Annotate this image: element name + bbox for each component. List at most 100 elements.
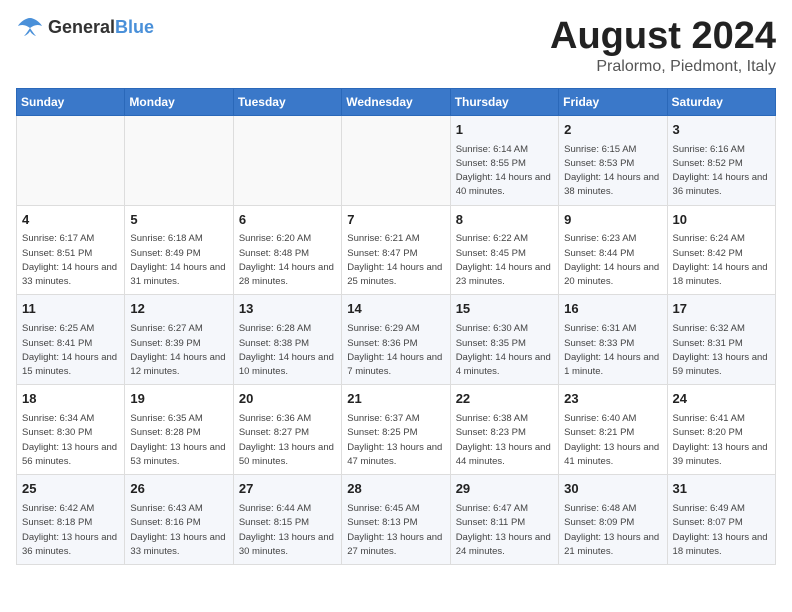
calendar-cell: 18 Sunrise: 6:34 AM Sunset: 8:30 PM Dayli… (17, 385, 125, 475)
cell-info: Sunrise: 6:45 AM Sunset: 8:13 PM Dayligh… (347, 502, 444, 559)
calendar-cell (233, 115, 341, 205)
cell-info: Sunrise: 6:42 AM Sunset: 8:18 PM Dayligh… (22, 502, 119, 559)
cell-date-number: 11 (22, 300, 119, 319)
calendar-cell: 13Sunrise: 6:28 AM Sunset: 8:38 PM Dayli… (233, 295, 341, 385)
day-header-friday: Friday (559, 88, 667, 115)
calendar-cell: 25Sunrise: 6:42 AM Sunset: 8:18 PM Dayli… (17, 475, 125, 565)
cell-date-number: 24 (673, 390, 770, 409)
page-header: GeneralBlue August 2024 Pralormo, Piedmo… (16, 16, 776, 76)
day-header-saturday: Saturday (667, 88, 775, 115)
cell-date-number: 31 (673, 480, 770, 499)
cell-date-number: 13 (239, 300, 336, 319)
calendar-cell: 17 Sunrise: 6:32 AM Sunset: 8:31 PM Dayli… (667, 295, 775, 385)
cell-info: Sunrise: 6:43 AM Sunset: 8:16 PM Dayligh… (130, 502, 227, 559)
cell-date-number: 1 (456, 121, 553, 140)
cell-info: Sunrise: 6:17 AM Sunset: 8:51 PM Dayligh… (22, 232, 119, 289)
calendar-cell: 4 Sunrise: 6:17 AM Sunset: 8:51 PM Daylig… (17, 205, 125, 295)
cell-info: Sunrise: 6:21 AM Sunset: 8:47 PM Dayligh… (347, 232, 444, 289)
cell-info: Sunrise: 6:25 AM Sunset: 8:41 PM Dayligh… (22, 322, 119, 379)
calendar-cell (17, 115, 125, 205)
cell-info: Sunrise: 6:48 AM Sunset: 8:09 PM Dayligh… (564, 502, 661, 559)
cell-date-number: 9 (564, 211, 661, 230)
cell-info: Sunrise: 6:24 AM Sunset: 8:42 PM Dayligh… (673, 232, 770, 289)
cell-info: Sunrise: 6:23 AM Sunset: 8:44 PM Dayligh… (564, 232, 661, 289)
week-row-3: 11 Sunrise: 6:25 AM Sunset: 8:41 PM Dayli… (17, 295, 776, 385)
calendar-cell: 9 Sunrise: 6:23 AM Sunset: 8:44 PM Daylig… (559, 205, 667, 295)
week-row-5: 25Sunrise: 6:42 AM Sunset: 8:18 PM Dayli… (17, 475, 776, 565)
cell-info: Sunrise: 6:29 AM Sunset: 8:36 PM Dayligh… (347, 322, 444, 379)
calendar-cell: 3 Sunrise: 6:16 AM Sunset: 8:52 PM Daylig… (667, 115, 775, 205)
cell-date-number: 28 (347, 480, 444, 499)
calendar-cell: 1 Sunrise: 6:14 AM Sunset: 8:55 PM Daylig… (450, 115, 558, 205)
cell-date-number: 2 (564, 121, 661, 140)
cell-info: Sunrise: 6:44 AM Sunset: 8:15 PM Dayligh… (239, 502, 336, 559)
calendar-cell: 6 Sunrise: 6:20 AM Sunset: 8:48 PM Daylig… (233, 205, 341, 295)
calendar-cell: 12Sunrise: 6:27 AM Sunset: 8:39 PM Dayli… (125, 295, 233, 385)
cell-date-number: 30 (564, 480, 661, 499)
logo: GeneralBlue (16, 16, 154, 38)
logo-text: GeneralBlue (48, 17, 154, 38)
cell-date-number: 20 (239, 390, 336, 409)
location-title: Pralormo, Piedmont, Italy (550, 58, 776, 76)
title-area: August 2024 Pralormo, Piedmont, Italy (550, 16, 776, 76)
calendar-cell: 14Sunrise: 6:29 AM Sunset: 8:36 PM Dayli… (342, 295, 450, 385)
day-header-monday: Monday (125, 88, 233, 115)
cell-date-number: 10 (673, 211, 770, 230)
calendar-cell: 16Sunrise: 6:31 AM Sunset: 8:33 PM Dayli… (559, 295, 667, 385)
cell-date-number: 15 (456, 300, 553, 319)
cell-date-number: 21 (347, 390, 444, 409)
cell-date-number: 27 (239, 480, 336, 499)
day-header-sunday: Sunday (17, 88, 125, 115)
calendar-cell: 15 Sunrise: 6:30 AM Sunset: 8:35 PM Dayli… (450, 295, 558, 385)
calendar-cell: 19 Sunrise: 6:35 AM Sunset: 8:28 PM Dayli… (125, 385, 233, 475)
calendar-cell: 7 Sunrise: 6:21 AM Sunset: 8:47 PM Daylig… (342, 205, 450, 295)
cell-date-number: 3 (673, 121, 770, 140)
cell-info: Sunrise: 6:18 AM Sunset: 8:49 PM Dayligh… (130, 232, 227, 289)
cell-date-number: 6 (239, 211, 336, 230)
calendar-cell: 26Sunrise: 6:43 AM Sunset: 8:16 PM Dayli… (125, 475, 233, 565)
calendar-cell: 5 Sunrise: 6:18 AM Sunset: 8:49 PM Daylig… (125, 205, 233, 295)
month-title: August 2024 (550, 16, 776, 58)
cell-date-number: 8 (456, 211, 553, 230)
cell-date-number: 7 (347, 211, 444, 230)
cell-info: Sunrise: 6:16 AM Sunset: 8:52 PM Dayligh… (673, 143, 770, 200)
cell-date-number: 22 (456, 390, 553, 409)
cell-info: Sunrise: 6:35 AM Sunset: 8:28 PM Dayligh… (130, 412, 227, 469)
cell-info: Sunrise: 6:34 AM Sunset: 8:30 PM Dayligh… (22, 412, 119, 469)
cell-info: Sunrise: 6:41 AM Sunset: 8:20 PM Dayligh… (673, 412, 770, 469)
calendar-cell: 10 Sunrise: 6:24 AM Sunset: 8:42 PM Dayli… (667, 205, 775, 295)
logo-general: General (48, 17, 115, 37)
calendar-cell (342, 115, 450, 205)
cell-info: Sunrise: 6:14 AM Sunset: 8:55 PM Dayligh… (456, 143, 553, 200)
calendar-cell: 30 Sunrise: 6:48 AM Sunset: 8:09 PM Dayli… (559, 475, 667, 565)
cell-info: Sunrise: 6:27 AM Sunset: 8:39 PM Dayligh… (130, 322, 227, 379)
calendar-header: SundayMondayTuesdayWednesdayThursdayFrid… (17, 88, 776, 115)
cell-date-number: 29 (456, 480, 553, 499)
week-row-4: 18 Sunrise: 6:34 AM Sunset: 8:30 PM Dayli… (17, 385, 776, 475)
calendar-cell: 8 Sunrise: 6:22 AM Sunset: 8:45 PM Daylig… (450, 205, 558, 295)
cell-info: Sunrise: 6:15 AM Sunset: 8:53 PM Dayligh… (564, 143, 661, 200)
cell-info: Sunrise: 6:37 AM Sunset: 8:25 PM Dayligh… (347, 412, 444, 469)
cell-info: Sunrise: 6:49 AM Sunset: 8:07 PM Dayligh… (673, 502, 770, 559)
cell-date-number: 4 (22, 211, 119, 230)
logo-bird-icon (16, 16, 44, 38)
cell-info: Sunrise: 6:31 AM Sunset: 8:33 PM Dayligh… (564, 322, 661, 379)
day-header-wednesday: Wednesday (342, 88, 450, 115)
week-row-2: 4 Sunrise: 6:17 AM Sunset: 8:51 PM Daylig… (17, 205, 776, 295)
calendar-cell (125, 115, 233, 205)
calendar-cell: 20 Sunrise: 6:36 AM Sunset: 8:27 PM Dayli… (233, 385, 341, 475)
cell-info: Sunrise: 6:22 AM Sunset: 8:45 PM Dayligh… (456, 232, 553, 289)
cell-date-number: 5 (130, 211, 227, 230)
cell-date-number: 19 (130, 390, 227, 409)
cell-date-number: 23 (564, 390, 661, 409)
calendar-body: 1 Sunrise: 6:14 AM Sunset: 8:55 PM Daylig… (17, 115, 776, 564)
cell-date-number: 17 (673, 300, 770, 319)
calendar-cell: 29Sunrise: 6:47 AM Sunset: 8:11 PM Dayli… (450, 475, 558, 565)
cell-info: Sunrise: 6:38 AM Sunset: 8:23 PM Dayligh… (456, 412, 553, 469)
cell-info: Sunrise: 6:32 AM Sunset: 8:31 PM Dayligh… (673, 322, 770, 379)
cell-info: Sunrise: 6:36 AM Sunset: 8:27 PM Dayligh… (239, 412, 336, 469)
cell-info: Sunrise: 6:20 AM Sunset: 8:48 PM Dayligh… (239, 232, 336, 289)
cell-date-number: 18 (22, 390, 119, 409)
calendar-cell: 2 Sunrise: 6:15 AM Sunset: 8:53 PM Daylig… (559, 115, 667, 205)
cell-info: Sunrise: 6:30 AM Sunset: 8:35 PM Dayligh… (456, 322, 553, 379)
